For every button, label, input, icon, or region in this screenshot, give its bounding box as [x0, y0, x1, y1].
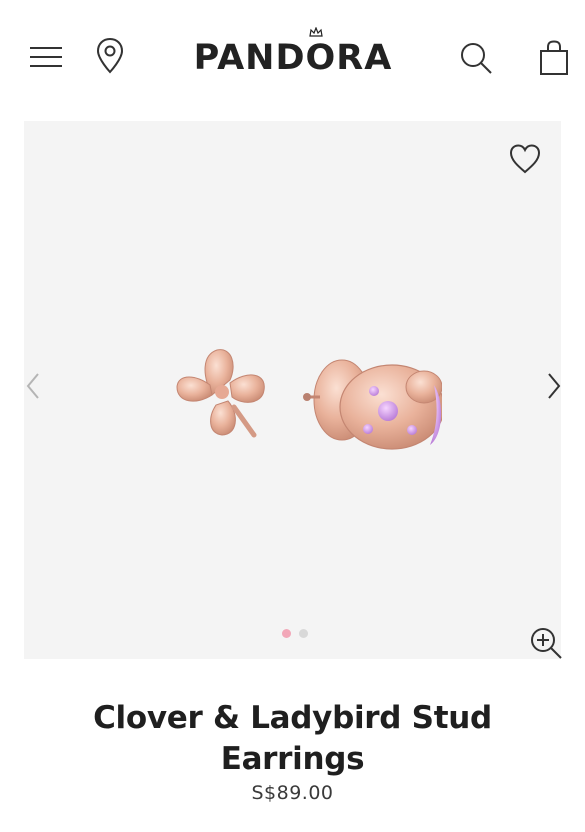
product-image: [176, 349, 442, 450]
location-pin-icon: [96, 37, 124, 74]
zoom-button[interactable]: [528, 625, 564, 661]
shopping-bag-button[interactable]: [536, 38, 572, 78]
slide-indicators: [282, 629, 308, 638]
ladybird-earring: [303, 359, 442, 450]
product-title: Clover & Ladybird Stud Earrings: [93, 700, 492, 777]
slide-dot-1[interactable]: [282, 629, 291, 638]
product-price: S$89.00: [251, 782, 334, 804]
heart-icon: [509, 144, 541, 174]
add-to-wishlist-button[interactable]: [508, 143, 542, 175]
crown-icon: [309, 27, 323, 37]
zoom-in-icon: [531, 628, 562, 659]
site-header: PANDORA: [0, 0, 585, 110]
next-image-button[interactable]: [544, 371, 564, 401]
product-image-gallery[interactable]: [24, 121, 564, 661]
chevron-right-icon: [548, 373, 561, 399]
brand-logo[interactable]: PANDORA: [193, 30, 393, 78]
slide-dot-2[interactable]: [299, 629, 308, 638]
brand-wordmark: PANDORA: [193, 38, 393, 78]
search-icon: [461, 43, 492, 74]
menu-button[interactable]: [26, 40, 66, 74]
store-locator-button[interactable]: [92, 36, 128, 76]
menu-icon: [30, 47, 62, 67]
shopping-bag-icon: [540, 40, 568, 75]
clover-earring: [176, 349, 265, 438]
search-button[interactable]: [456, 38, 496, 78]
chevron-left-icon: [26, 373, 39, 399]
previous-image-button[interactable]: [24, 371, 44, 401]
